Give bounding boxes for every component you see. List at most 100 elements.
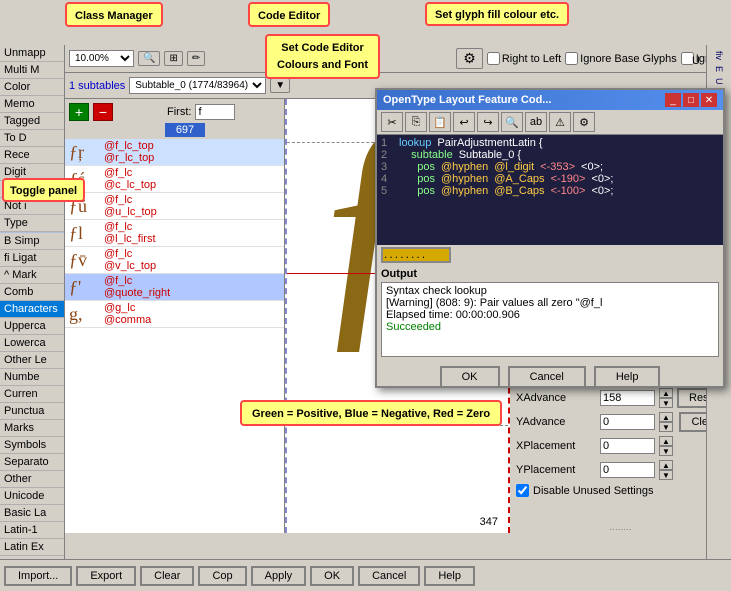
cop-button[interactable]: Cop	[198, 566, 246, 586]
sidebar-item-type[interactable]: Type	[0, 215, 64, 232]
code-editor-area[interactable]: 1 lookup PairAdjustmentLatin { 2 subtabl…	[377, 135, 723, 245]
dialog-action-buttons: OK Cancel Help	[377, 360, 723, 394]
right-strip-item-1[interactable]: fiv	[712, 49, 726, 62]
cut-btn[interactable]: ✂	[381, 112, 403, 132]
sidebar-item-lower[interactable]: Lowerca	[0, 335, 64, 352]
export-button[interactable]: Export	[76, 566, 136, 586]
right-strip-item-2[interactable]: E	[712, 64, 726, 74]
scroll-indicator[interactable]: ........	[609, 522, 631, 533]
sidebar-item-otherle[interactable]: Other Le	[0, 352, 64, 369]
yplacement-input[interactable]	[600, 462, 655, 478]
settings-btn[interactable]: ⚙	[573, 112, 595, 132]
yplacement-spinner[interactable]: ▲ ▼	[659, 460, 673, 480]
sidebar-item-tod[interactable]: To D	[0, 130, 64, 147]
sidebar-item-basicla[interactable]: Basic La	[0, 505, 64, 522]
dialog-help-button[interactable]: Help	[594, 366, 661, 388]
sidebar-item-number[interactable]: Numbe	[0, 369, 64, 386]
glyph-names: @f_lc @u_lc_top	[104, 194, 157, 218]
remove-glyph-button[interactable]: −	[93, 103, 113, 121]
sidebar-item-latinex1[interactable]: Latin Ex	[0, 539, 64, 556]
first-input[interactable]	[195, 104, 235, 120]
right-to-left-checkbox[interactable]	[487, 52, 500, 65]
sidebar-item-unicode[interactable]: Unicode	[0, 488, 64, 505]
glyph-row[interactable]: ƒŭ @f_lc @u_lc_top	[65, 193, 284, 220]
dialog-ok-button[interactable]: OK	[440, 366, 500, 388]
clear-button[interactable]: Clear	[140, 566, 194, 586]
warn-btn[interactable]: ⚠	[549, 112, 571, 132]
dialog-minimize-btn[interactable]: _	[665, 93, 681, 107]
sidebar-item-upper[interactable]: Upperca	[0, 318, 64, 335]
copy-btn[interactable]: ⎘	[405, 112, 427, 132]
yadvance-input[interactable]	[600, 414, 655, 430]
redo-btn[interactable]: ↪	[477, 112, 499, 132]
ignore-base-checkbox[interactable]	[565, 52, 578, 65]
search-btn[interactable]: 🔍	[501, 112, 523, 132]
glyph-row[interactable]: ƒŗ @f_lc_top @r_lc_top	[65, 139, 284, 166]
sidebar-item-other[interactable]: Other	[0, 471, 64, 488]
zoom-select[interactable]: 10.00%	[69, 50, 134, 67]
add-glyph-button[interactable]: +	[69, 103, 89, 121]
cancel-button[interactable]: Cancel	[358, 566, 420, 586]
subtable-select[interactable]: Subtable_0 (1774/83964)	[129, 77, 266, 94]
sidebar-item-multim[interactable]: Multi M	[0, 62, 64, 79]
sidebar-item-rece[interactable]: Rece	[0, 147, 64, 164]
zoom-icon-btn[interactable]: 🔍	[138, 51, 160, 66]
spell-btn[interactable]: ab	[525, 112, 547, 132]
glyph-panel: + − First: 697 ƒŗ @f_lc_top @r_lc_top	[65, 99, 285, 533]
sidebar-item-memo[interactable]: Memo	[0, 96, 64, 113]
xplacement-input[interactable]	[600, 438, 655, 454]
code-line-3: 3 pos @hyphen @l_digit <-353> <0>;	[381, 161, 719, 173]
dialog-maximize-btn[interactable]: □	[683, 93, 699, 107]
bottom-toolbar: Import... Export Clear Cop Apply OK Canc…	[0, 559, 731, 591]
subtable-action-btn[interactable]: ▼	[270, 78, 290, 93]
sidebar-item-comb[interactable]: Comb	[0, 284, 64, 301]
disable-label: Disable Unused Settings	[533, 485, 653, 497]
paste-btn[interactable]: 📋	[429, 112, 451, 132]
sidebar-item-latin1[interactable]: Latin-1	[0, 522, 64, 539]
xplacement-up[interactable]: ▲	[659, 436, 673, 446]
dialog-close-btn[interactable]: ✕	[701, 93, 717, 107]
glyph-row[interactable]: g, @g_lc @comma	[65, 301, 284, 328]
import-button[interactable]: Import...	[4, 566, 72, 586]
glyph-row[interactable]: ƒ' @f_lc @quote_right	[65, 274, 284, 301]
sidebar-item-punctua[interactable]: Punctua	[0, 403, 64, 420]
help-button[interactable]: Help	[424, 566, 475, 586]
options-bar: 10.00% 🔍 ⊞ ✏ ⚙ Right to Left Ignore Base…	[65, 45, 731, 73]
layout-btn[interactable]: ⊞	[164, 51, 182, 66]
sidebar-item-filigat[interactable]: fi Ligat	[0, 250, 64, 267]
sidebar-item-characters[interactable]: Characters	[0, 301, 64, 318]
yadvance-spinner[interactable]: ▲ ▼	[659, 412, 673, 432]
sidebar-item-unmapp[interactable]: Unmapp	[0, 45, 64, 62]
gear-btn[interactable]: ⚙	[456, 48, 483, 69]
sidebar-item-curren[interactable]: Curren	[0, 386, 64, 403]
glyph-list: ƒŗ @f_lc_top @r_lc_top ƒś @f_lc @c_lc_to…	[65, 139, 284, 533]
sidebar-item-marks[interactable]: Marks	[0, 420, 64, 437]
glyph-row[interactable]: ƒl @f_lc @l_lc_first	[65, 220, 284, 247]
yadvance-up[interactable]: ▲	[659, 412, 673, 422]
glyph-row[interactable]: ƒv̄ @f_lc @v_lc_top	[65, 247, 284, 274]
disable-checkbox[interactable]	[516, 484, 529, 497]
xplacement-label: XPlacement	[516, 440, 596, 452]
sidebar-item-tagged[interactable]: Tagged	[0, 113, 64, 130]
sidebar-item-color[interactable]: Color	[0, 79, 64, 96]
xplacement-spinner[interactable]: ▲ ▼	[659, 436, 673, 456]
ok-button[interactable]: OK	[310, 566, 354, 586]
apply-button[interactable]: Apply	[251, 566, 307, 586]
toggle-panel-callout: Toggle panel	[2, 178, 85, 202]
sidebar-item-symbols[interactable]: Symbols	[0, 437, 64, 454]
xadvance-down[interactable]: ▼	[659, 398, 673, 408]
right-strip-item-3[interactable]: U	[712, 76, 726, 87]
sidebar-item-mark[interactable]: ^ Mark	[0, 267, 64, 284]
yplacement-up[interactable]: ▲	[659, 460, 673, 470]
yplacement-down[interactable]: ▼	[659, 470, 673, 480]
xplacement-down[interactable]: ▼	[659, 446, 673, 456]
yadvance-down[interactable]: ▼	[659, 422, 673, 432]
sidebar-item-separato[interactable]: Separato	[0, 454, 64, 471]
sidebar-item-bsimp[interactable]: B Simp	[0, 233, 64, 250]
pencil-btn[interactable]: ✏	[187, 51, 205, 66]
undo-btn[interactable]: ↩	[453, 112, 475, 132]
position-row: ........	[377, 245, 723, 265]
opentype-dialog: OpenType Layout Feature Cod... _ □ ✕ ✂ ⎘…	[375, 88, 725, 388]
glyph-row[interactable]: ƒś @f_lc @c_lc_top	[65, 166, 284, 193]
dialog-cancel-button[interactable]: Cancel	[508, 366, 586, 388]
